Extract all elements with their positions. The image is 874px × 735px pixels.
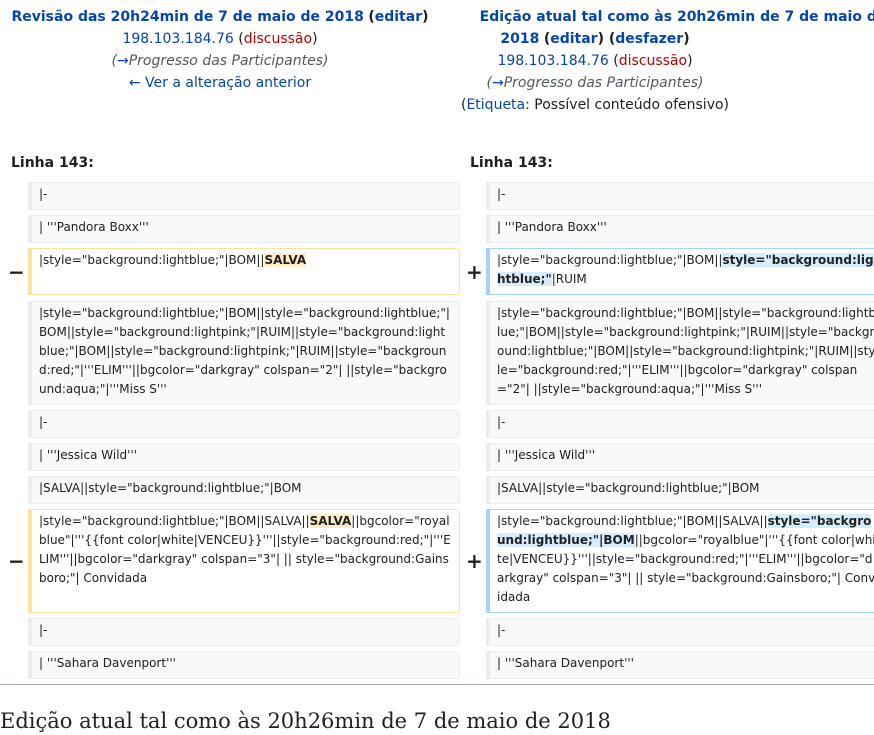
current-revision-title-year[interactable]: 2018 [500,31,539,47]
divider [0,684,874,685]
context-line-right: |style="background:lightblue;"|BOM||styl… [486,301,874,405]
deleted-word-highlight: SALVA [264,253,307,267]
current-talk-link[interactable]: discussão [619,53,687,69]
current-revision-title-link[interactable]: Edição atual tal como às 20h26min de 7 d… [480,9,874,25]
context-line-left: | '''Jessica Wild''' [28,443,460,471]
context-line-right: |- [486,410,874,438]
added-text: |style="background:lightblue;"|BOM|| [497,253,723,267]
context-line-left: | '''Sahara Davenport''' [28,651,460,679]
deleted-word-highlight: SALVA [309,514,352,528]
context-line-left: |- [28,182,460,210]
current-edit-comment: Progresso das Participantes [503,75,699,91]
left-line-number: Linha 143: [11,155,94,171]
old-revision-title-link[interactable]: Revisão das 20h24min de 7 de maio de 201… [11,9,363,25]
old-comment-section-link[interactable]: → [117,53,129,69]
undo-link[interactable]: desfazer [615,31,683,47]
deleted-line-marker: − [8,260,25,284]
current-comment-section-link[interactable]: → [492,75,504,91]
tag-value: : Possível conteúdo ofensivo [525,97,724,113]
added-line: |style="background:lightblue;"|BOM||SALV… [486,509,874,613]
deleted-text: |style="background:lightblue;"|BOM||SALV… [39,514,310,528]
current-user-link[interactable]: 198.103.184.76 [497,53,608,69]
added-line-marker: + [466,549,483,573]
context-line-right: | '''Jessica Wild''' [486,443,874,471]
context-line-right: |- [486,618,874,646]
tag-link[interactable]: Etiqueta [466,97,525,113]
deleted-line: |style="background:lightblue;"|BOM||SALV… [28,509,460,613]
context-line-right: |SALVA||style="background:lightblue;"|BO… [486,476,874,504]
context-line-left: |- [28,618,460,646]
context-line-left: | '''Pandora Boxx''' [28,215,460,243]
added-line-marker: + [466,260,483,284]
current-revision-heading: Edição atual tal como às 20h26min de 7 d… [0,709,611,733]
context-line-right: | '''Sahara Davenport''' [486,651,874,679]
right-line-number: Linha 143: [470,155,553,171]
deleted-line: |style="background:lightblue;"|BOM||SALV… [28,248,460,295]
old-edit-link[interactable]: editar [375,9,422,25]
current-revision-header: Edição atual tal como às 20h26min de 7 d… [458,6,874,116]
context-line-left: |style="background:lightblue;"|BOM||styl… [28,301,460,405]
deleted-line-marker: − [8,549,25,573]
deleted-text: |style="background:lightblue;"|BOM|| [39,253,265,267]
context-line-left: |- [28,410,460,438]
current-edit-link[interactable]: editar [550,31,597,47]
added-text: |style="background:lightblue;"|BOM||SALV… [497,514,768,528]
context-line-right: | '''Pandora Boxx''' [486,215,874,243]
old-user-link[interactable]: 198.103.184.76 [122,31,233,47]
added-line: |style="background:lightblue;"|BOM||styl… [486,248,874,295]
context-line-right: |- [486,182,874,210]
context-line-left: |SALVA||style="background:lightblue;"|BO… [28,476,460,504]
added-text-tail: |RUIM [551,272,587,286]
